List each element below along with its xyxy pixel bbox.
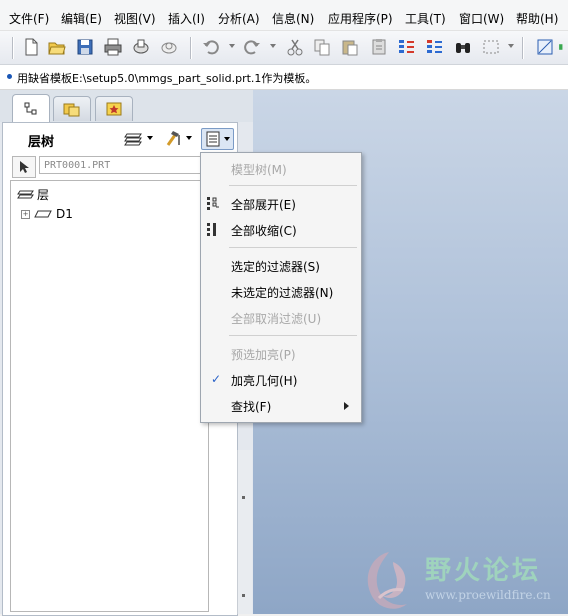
- menu-view[interactable]: 视图(V): [114, 10, 156, 27]
- watermark-title: 野火论坛: [425, 556, 542, 586]
- select-box-icon[interactable]: [480, 36, 502, 58]
- show-menu-button[interactable]: [201, 128, 234, 150]
- menu-help[interactable]: 帮助(H): [516, 10, 558, 27]
- folder-browser-icon: [63, 103, 80, 117]
- tree-item-d1[interactable]: + D1: [21, 207, 73, 221]
- chevron-down-icon: [147, 136, 153, 140]
- settings-button[interactable]: [165, 128, 192, 148]
- menu-separator: [229, 247, 357, 248]
- redo-icon[interactable]: [241, 36, 263, 58]
- model-tree-icon: [24, 102, 37, 115]
- forum-watermark: 野火论坛 www.proewildfire.cn: [357, 546, 568, 614]
- tools-settings-icon: [166, 131, 180, 146]
- menu-bar: 文件(F) 编辑(E) 视图(V) 插入(I) 分析(A) 信息(N) 应用程序…: [0, 0, 568, 31]
- layers-icon: [124, 133, 142, 146]
- main-toolbar: [0, 31, 568, 65]
- active-model-field[interactable]: PRT0001.PRT: [39, 156, 207, 174]
- toolbar-grip: [12, 37, 14, 59]
- menu-item-find[interactable]: 查找(F): [231, 398, 271, 415]
- navigator-tabs: [0, 90, 253, 123]
- expand-all-icon: [207, 197, 219, 210]
- menu-analysis[interactable]: 分析(A): [218, 10, 260, 27]
- menu-item-selected-filter[interactable]: 选定的过滤器(S): [231, 258, 320, 275]
- menu-info[interactable]: 信息(N): [272, 10, 314, 27]
- select-model-button[interactable]: [12, 156, 36, 178]
- menu-item-model-tree: 模型树(M): [231, 163, 287, 177]
- cursor-arrow-icon: [20, 161, 29, 173]
- datum-plane-icon[interactable]: [558, 36, 568, 58]
- regenerate-icon[interactable]: [396, 36, 418, 58]
- tree-root-layers[interactable]: 层: [17, 186, 49, 203]
- send-mail-icon[interactable]: [130, 36, 152, 58]
- send-link-icon[interactable]: [158, 36, 180, 58]
- open-folder-icon[interactable]: [46, 36, 68, 58]
- watermark-url: www.proewildfire.cn: [425, 588, 551, 602]
- menu-separator: [229, 335, 357, 336]
- menu-item-collapse-all[interactable]: 全部收缩(C): [231, 222, 297, 239]
- list-show-icon: [206, 131, 220, 147]
- save-icon[interactable]: [74, 36, 96, 58]
- submenu-arrow-icon: [344, 402, 349, 410]
- spin-center-icon[interactable]: [534, 36, 556, 58]
- layers-icon: [17, 190, 34, 198]
- menu-item-preselect-highlight: 预选加亮(P): [231, 348, 296, 362]
- undo-icon[interactable]: [200, 36, 222, 58]
- menu-item-expand-all[interactable]: 全部展开(E): [231, 196, 296, 213]
- menu-edit[interactable]: 编辑(E): [61, 10, 102, 27]
- toolbar-separator-2: [522, 37, 524, 59]
- menu-window[interactable]: 窗口(W): [459, 10, 504, 27]
- show-dropdown-menu: 模型树(M) 全部展开(E) 全部收缩(C) 选定的过滤器(S) 未选定的过滤器…: [200, 152, 362, 423]
- message-text: 用缺省模板E:\setup5.0\mmgs_part_solid.prt.1作为…: [17, 72, 317, 85]
- expand-toggle-icon[interactable]: +: [21, 209, 30, 219]
- favorites-icon: [106, 102, 122, 116]
- chevron-down-icon: [224, 137, 230, 141]
- paste-special-icon[interactable]: [368, 36, 390, 58]
- tree-root-label: 层: [37, 188, 50, 202]
- splitter-grip-2: [242, 594, 245, 597]
- new-file-icon[interactable]: [20, 36, 42, 58]
- menu-separator: [229, 185, 357, 186]
- collapse-all-icon: [207, 223, 216, 236]
- print-icon[interactable]: [102, 36, 124, 58]
- layer-tree: 层 + D1: [10, 180, 209, 612]
- select-dropdown-icon[interactable]: [508, 44, 514, 48]
- panel-title: 层树: [28, 135, 55, 150]
- tab-model-tree[interactable]: [12, 94, 50, 123]
- tree-item-label: D1: [56, 207, 73, 221]
- find-binoculars-icon[interactable]: [452, 36, 474, 58]
- menu-tools[interactable]: 工具(T): [405, 10, 446, 27]
- menu-applications[interactable]: 应用程序(P): [328, 10, 393, 27]
- menu-item-highlight-geometry[interactable]: 加亮几何(H): [231, 372, 297, 389]
- splitter-grip: [242, 496, 245, 499]
- regen-manager-icon[interactable]: [424, 36, 446, 58]
- layer-display-button[interactable]: [124, 128, 153, 148]
- message-bullet-icon: [7, 74, 12, 79]
- undo-dropdown-icon[interactable]: [229, 44, 235, 48]
- menu-item-unselected-filter[interactable]: 未选定的过滤器(N): [231, 284, 333, 301]
- paste-icon[interactable]: [339, 36, 361, 58]
- menu-file[interactable]: 文件(F): [9, 10, 49, 27]
- watermark-logo-icon: [367, 552, 407, 609]
- redo-dropdown-icon[interactable]: [270, 44, 276, 48]
- menu-insert[interactable]: 插入(I): [168, 10, 205, 27]
- layer-icon: [34, 210, 52, 218]
- tab-folder-browser[interactable]: [53, 96, 91, 121]
- toolbar-separator: [190, 37, 192, 59]
- copy-icon[interactable]: [311, 36, 333, 58]
- message-area: 用缺省模板E:\setup5.0\mmgs_part_solid.prt.1作为…: [0, 65, 568, 90]
- menu-item-cancel-all-filters: 全部取消过滤(U): [231, 312, 322, 326]
- chevron-down-icon: [186, 136, 192, 140]
- tab-favorites[interactable]: [95, 96, 133, 121]
- panel-splitter[interactable]: [237, 450, 252, 614]
- checkmark-icon: ✓: [211, 372, 222, 386]
- cut-icon[interactable]: [284, 36, 306, 58]
